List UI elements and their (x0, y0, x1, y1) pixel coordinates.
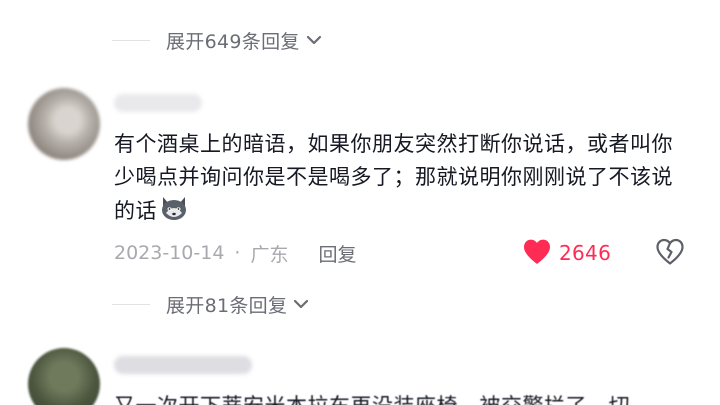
expand-replies-label: 展开649条回复 (166, 30, 300, 53)
expand-replies-label: 展开81条回复 (166, 294, 288, 317)
like-count: 2646 (559, 241, 612, 265)
meta-separator: · (234, 242, 241, 264)
expand-replies-row: 展开649条回复 (112, 27, 324, 54)
expand-replies-button[interactable]: 展开81条回复 (166, 291, 311, 318)
dislike-button[interactable] (654, 237, 686, 269)
wolf-emoji-icon (159, 194, 189, 232)
comment-location: 广东 (250, 243, 289, 266)
heart-icon (522, 238, 552, 269)
username-blurred[interactable] (114, 94, 202, 112)
divider-line (112, 303, 150, 305)
username-blurred[interactable] (114, 356, 252, 374)
comment-date: 2023-10-14 (114, 242, 225, 264)
reply-button[interactable]: 回复 (318, 240, 356, 267)
chevron-down-icon (304, 30, 324, 50)
broken-heart-icon (655, 238, 685, 269)
avatar[interactable] (28, 88, 100, 160)
like-button[interactable]: 2646 (522, 238, 611, 268)
comment-text: 有个酒桌上的暗语，如果你朋友突然打断你说话，或者叫你少喝点并询问你是不是喝多了；… (114, 132, 673, 223)
expand-replies-button[interactable]: 展开649条回复 (166, 27, 324, 54)
avatar[interactable] (28, 348, 100, 405)
comment-meta: 2023-10-14 · 广东 回复 (114, 238, 357, 268)
divider-line (112, 39, 150, 41)
chevron-down-icon (291, 294, 311, 314)
comment-body: 有个酒桌上的暗语，如果你朋友突然打断你说话，或者叫你少喝点并询问你是不是喝多了；… (114, 128, 694, 232)
next-comment-text: 又一次开下蒂安米本拉车再没装座椅，被交警拦了，切 (114, 390, 630, 405)
expand-replies-row: 展开81条回复 (112, 291, 311, 318)
